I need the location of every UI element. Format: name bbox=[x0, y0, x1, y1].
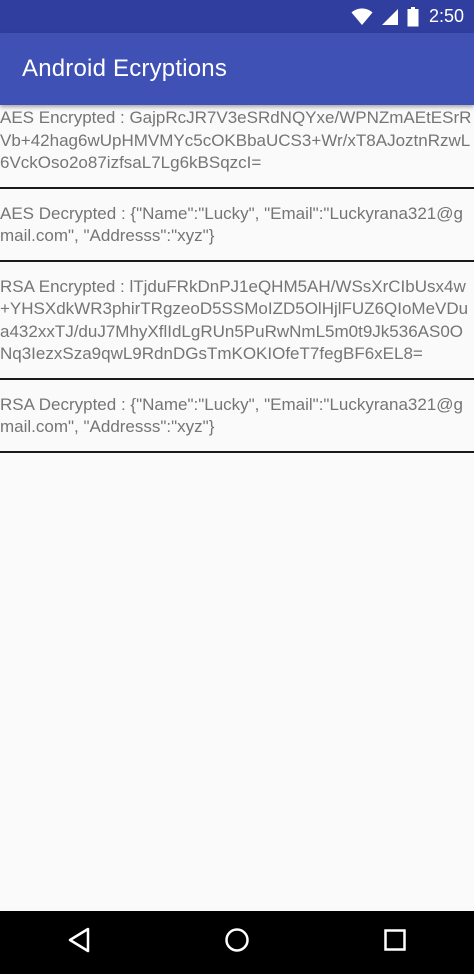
content-area: AES Encrypted : GajpRcJR7V3eSRdNQYxe/WPN… bbox=[0, 105, 474, 911]
rsa-encrypted-text: RSA Encrypted : lTjduFRkDnPJ1eQHM5AH/WSs… bbox=[0, 276, 469, 364]
status-bar: 2:50 bbox=[0, 0, 474, 33]
aes-decrypted-text: AES Decrypted : {"Name":"Lucky", "Email"… bbox=[0, 203, 463, 246]
recents-button[interactable] bbox=[365, 911, 425, 974]
home-button[interactable] bbox=[207, 911, 267, 974]
cell-signal-icon bbox=[381, 8, 399, 26]
app-bar: Android Ecryptions bbox=[0, 33, 474, 105]
wifi-icon bbox=[351, 8, 373, 26]
aes-encrypted-text: AES Encrypted : GajpRcJR7V3eSRdNQYxe/WPN… bbox=[0, 108, 472, 172]
home-icon bbox=[224, 927, 250, 958]
back-button[interactable] bbox=[49, 911, 109, 974]
back-icon bbox=[67, 927, 91, 958]
rsa-decrypted-text: RSA Decrypted : {"Name":"Lucky", "Email"… bbox=[0, 394, 463, 437]
app-title: Android Ecryptions bbox=[22, 55, 228, 82]
status-time: 2:50 bbox=[428, 6, 464, 26]
divider bbox=[0, 450, 474, 453]
navigation-bar bbox=[0, 911, 474, 974]
recents-icon bbox=[383, 928, 407, 957]
battery-icon bbox=[407, 6, 419, 27]
